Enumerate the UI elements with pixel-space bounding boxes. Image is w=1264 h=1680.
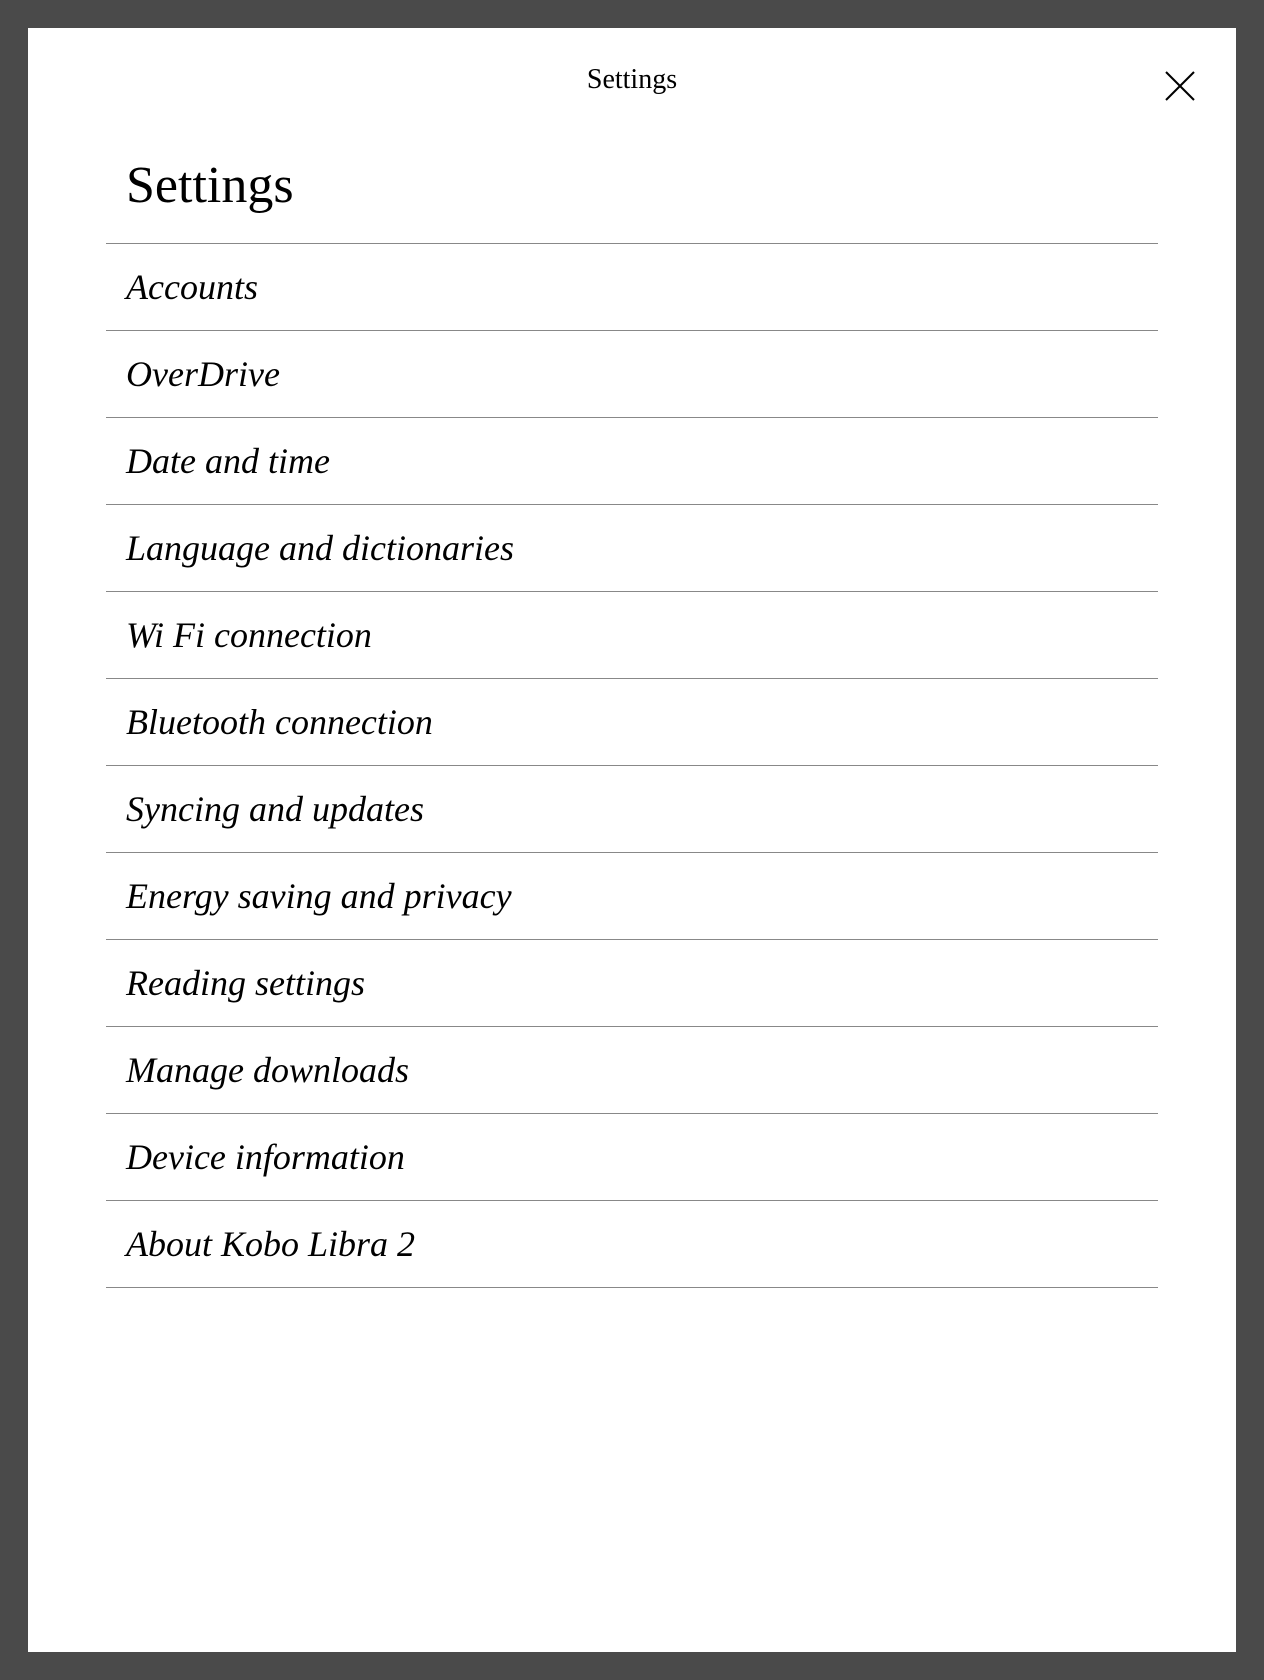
menu-item-label: Language and dictionaries <box>126 528 514 568</box>
menu-item-date-and-time[interactable]: Date and time <box>106 418 1158 505</box>
menu-item-label: Wi Fi connection <box>126 615 372 655</box>
menu-item-label: Energy saving and privacy <box>126 876 512 916</box>
menu-item-label: OverDrive <box>126 354 280 394</box>
page-title: Settings <box>106 156 1158 244</box>
menu-item-accounts[interactable]: Accounts <box>106 244 1158 331</box>
header: Settings <box>28 28 1236 116</box>
menu-item-about-kobo-libra-2[interactable]: About Kobo Libra 2 <box>106 1201 1158 1288</box>
content: Settings Accounts OverDrive Date and tim… <box>28 116 1236 1288</box>
header-title: Settings <box>587 64 677 95</box>
menu-item-label: Reading settings <box>126 963 365 1003</box>
menu-item-label: Syncing and updates <box>126 789 424 829</box>
menu-item-manage-downloads[interactable]: Manage downloads <box>106 1027 1158 1114</box>
menu-item-label: About Kobo Libra 2 <box>126 1224 415 1264</box>
menu-item-bluetooth-connection[interactable]: Bluetooth connection <box>106 679 1158 766</box>
menu-item-overdrive[interactable]: OverDrive <box>106 331 1158 418</box>
close-button[interactable] <box>1160 66 1200 106</box>
menu-item-energy-saving-and-privacy[interactable]: Energy saving and privacy <box>106 853 1158 940</box>
menu-item-wifi-connection[interactable]: Wi Fi connection <box>106 592 1158 679</box>
menu-item-label: Manage downloads <box>126 1050 409 1090</box>
menu-item-label: Device information <box>126 1137 405 1177</box>
menu-item-label: Date and time <box>126 441 330 481</box>
menu-item-reading-settings[interactable]: Reading settings <box>106 940 1158 1027</box>
settings-menu: Accounts OverDrive Date and time Languag… <box>106 244 1158 1288</box>
menu-item-language-and-dictionaries[interactable]: Language and dictionaries <box>106 505 1158 592</box>
close-icon <box>1162 68 1198 104</box>
menu-item-label: Bluetooth connection <box>126 702 433 742</box>
menu-item-label: Accounts <box>126 267 258 307</box>
settings-screen: Settings Settings Accounts OverDrive Dat… <box>28 28 1236 1652</box>
menu-item-syncing-and-updates[interactable]: Syncing and updates <box>106 766 1158 853</box>
menu-item-device-information[interactable]: Device information <box>106 1114 1158 1201</box>
